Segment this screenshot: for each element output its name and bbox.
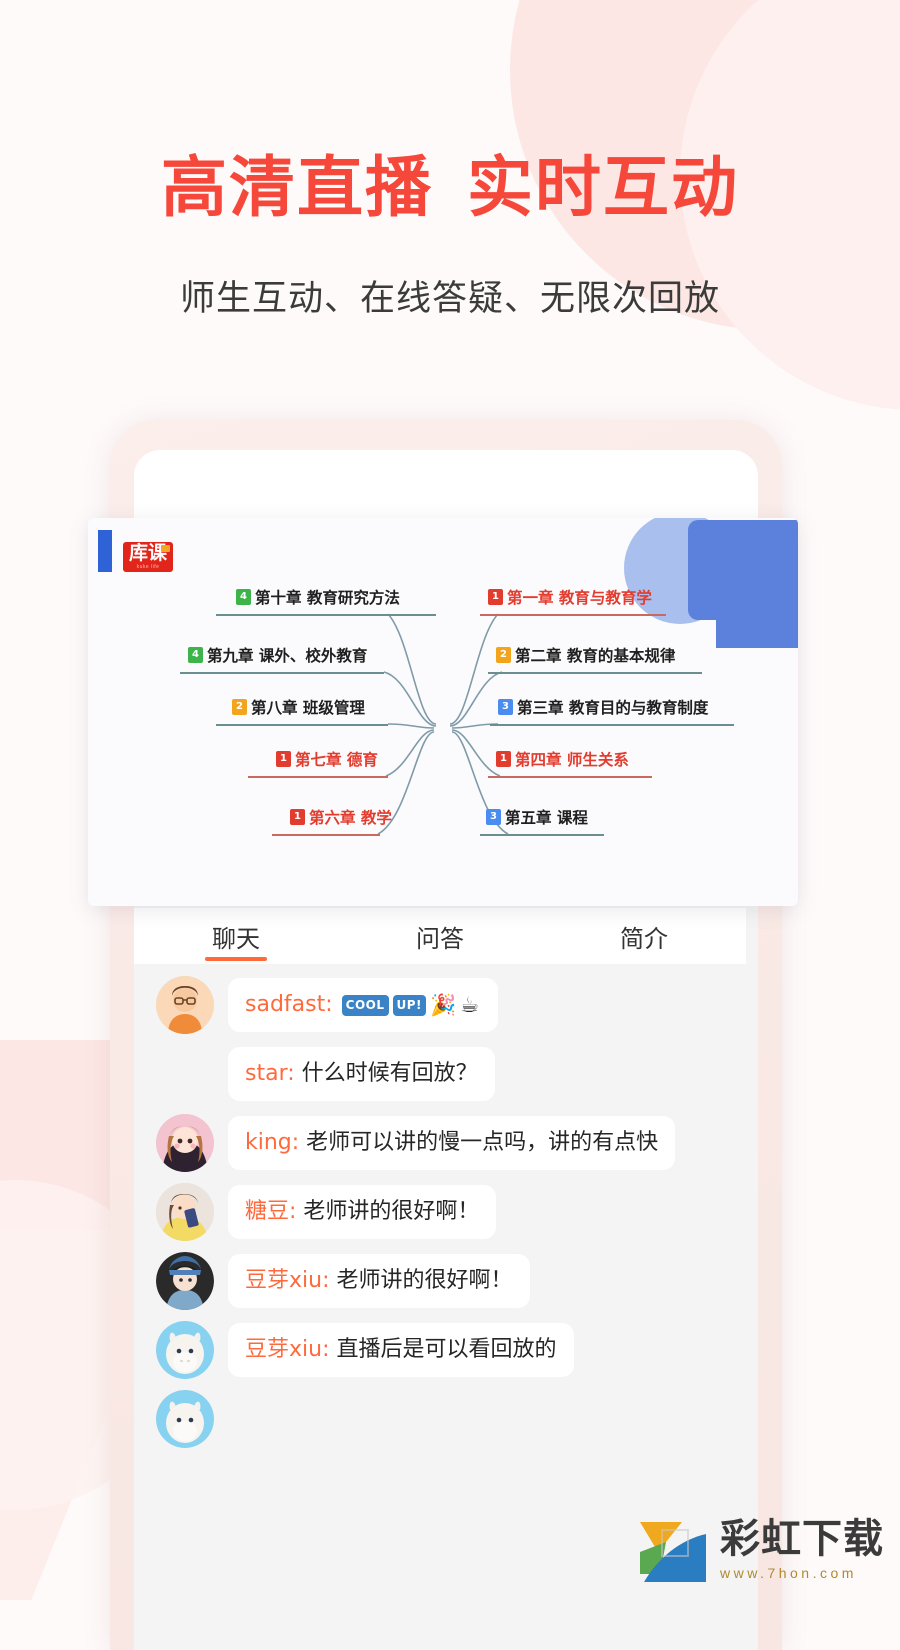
mindmap-underline-2 xyxy=(488,672,702,674)
mindmap-node-chapter-2[interactable]: 2 第二章 教育的基本规律 xyxy=(496,644,675,666)
mindmap-underline-1 xyxy=(480,614,666,616)
tab-qa[interactable]: 问答 xyxy=(338,908,542,964)
site-watermark: 彩虹下载 www.7hon.com xyxy=(636,1512,884,1588)
chapter-badge: 3 xyxy=(498,699,513,715)
mindmap-node-chapter-3[interactable]: 3 第三章 教育目的与教育制度 xyxy=(498,696,708,718)
chat-text: 什么时候有回放？ xyxy=(294,1061,478,1087)
chat-text: 老师可以讲的慢一点吗，讲的有点快 xyxy=(299,1130,659,1156)
chapter-label: 第四章 师生关系 xyxy=(515,751,629,769)
chapter-badge: 1 xyxy=(276,751,291,767)
chat-username: 糖豆: xyxy=(245,1199,297,1225)
mindmap-underline-3 xyxy=(490,724,734,726)
mindmap-node-chapter-9[interactable]: 4 第九章 课外、校外教育 xyxy=(188,644,367,666)
chat-bubble: 糖豆: 老师讲的很好啊！ xyxy=(228,1185,497,1239)
chapter-badge: 4 xyxy=(188,647,203,663)
chapter-badge: 1 xyxy=(488,589,503,605)
mindmap-node-chapter-7[interactable]: 1 第七章 德育 xyxy=(276,748,378,770)
watermark-text: 彩虹下载 www.7hon.com xyxy=(720,1519,884,1581)
chat-username: sadfast: xyxy=(245,992,333,1018)
mindmap-underline-10 xyxy=(216,614,436,616)
mindmap-node-chapter-6[interactable]: 1 第六章 教学 xyxy=(290,806,392,828)
chapter-badge: 1 xyxy=(496,751,511,767)
chat-message-list[interactable]: sadfast: COOL UP! 🎉 ☕ star: 什么时候有回放？ kin… xyxy=(134,964,746,1600)
chat-bubble: star: 什么时候有回放？ xyxy=(228,1047,495,1101)
party-popper-emoji: 🎉 xyxy=(430,993,457,1018)
man-with-glasses-avatar[interactable] xyxy=(156,976,214,1034)
mindmap-underline-8 xyxy=(216,724,388,726)
headline-part-1: 高清直播 xyxy=(161,149,433,226)
subheadline: 师生互动、在线答疑、无限次回放 xyxy=(179,278,720,319)
chapter-label: 第十章 教育研究方法 xyxy=(255,589,400,607)
white-hippo-avatar[interactable] xyxy=(156,1390,214,1448)
chapter-label: 第五章 课程 xyxy=(505,809,588,827)
chapter-label: 第六章 教学 xyxy=(309,809,392,827)
chat-message xyxy=(134,1390,746,1448)
chat-message: 糖豆: 老师讲的很好啊！ xyxy=(134,1183,746,1241)
tab-chat[interactable]: 聊天 xyxy=(134,908,338,964)
chat-message: sadfast: COOL UP! 🎉 ☕ xyxy=(134,976,746,1034)
chat-username: king: xyxy=(245,1130,300,1156)
watermark-title: 彩虹下载 xyxy=(720,1516,884,1562)
chapter-label: 第八章 班级管理 xyxy=(251,699,365,717)
coffee-emoji: ☕ xyxy=(460,993,479,1018)
chat-message: 豆芽xiu: 直播后是可以看回放的 xyxy=(134,1321,746,1379)
tab-intro-label: 简介 xyxy=(620,924,668,953)
cool-emoji: COOL xyxy=(341,994,389,1016)
chat-username: star: xyxy=(245,1061,295,1087)
chapter-badge: 3 xyxy=(486,809,501,825)
chapter-badge: 2 xyxy=(232,699,247,715)
chat-text: 老师讲的很好啊！ xyxy=(329,1268,513,1294)
chapter-label: 第七章 德育 xyxy=(295,751,378,769)
chat-bubble: king: 老师可以讲的慢一点吗，讲的有点快 xyxy=(228,1116,676,1170)
chapter-label: 第二章 教育的基本规律 xyxy=(515,647,676,665)
mindmap-node-chapter-8[interactable]: 2 第八章 班级管理 xyxy=(232,696,365,718)
mindmap-node-chapter-4[interactable]: 1 第四章 师生关系 xyxy=(496,748,629,770)
headline-part-2: 实时互动 xyxy=(467,149,739,226)
tab-qa-label: 问答 xyxy=(416,924,464,953)
anime-girl-avatar[interactable] xyxy=(156,1114,214,1172)
mindmap-underline-4 xyxy=(488,776,652,778)
chapter-label: 第一章 教育与教育学 xyxy=(507,589,652,607)
mindmap-underline-9 xyxy=(180,672,384,674)
headline: 高清直播 实时互动 xyxy=(0,150,900,226)
mindmap-node-chapter-1[interactable]: 1 第一章 教育与教育学 xyxy=(488,586,652,608)
tab-intro[interactable]: 简介 xyxy=(542,908,746,964)
mindmap-underline-6 xyxy=(272,834,380,836)
chat-message: king: 老师可以讲的慢一点吗，讲的有点快 xyxy=(134,1114,746,1172)
chat-username: 豆芽xiu: xyxy=(245,1337,330,1363)
chapter-badge: 2 xyxy=(496,647,511,663)
girl-phone-avatar[interactable] xyxy=(156,1183,214,1241)
chat-message: star: 什么时候有回放？ xyxy=(134,1045,746,1103)
girl-blue-hat-avatar[interactable] xyxy=(156,1252,214,1310)
rainbow-download-logo xyxy=(636,1512,712,1588)
tab-active-indicator xyxy=(205,957,267,961)
chat-text: 老师讲的很好啊！ xyxy=(296,1199,480,1225)
chapter-label: 第九章 课外、校外教育 xyxy=(207,647,368,665)
mindmap-node-chapter-5[interactable]: 3 第五章 课程 xyxy=(486,806,588,828)
live-video-slide[interactable]: 库课 kuke life 教育学 4 第十章 教育研究方法 4 第九章 课外、校… xyxy=(88,518,798,906)
tab-bar: 聊天 问答 简介 xyxy=(134,908,746,964)
chapter-label: 第三章 教育目的与教育制度 xyxy=(517,699,709,717)
chat-text: 直播后是可以看回放的 xyxy=(329,1337,557,1363)
white-hippo-avatar[interactable] xyxy=(156,1321,214,1379)
mindmap-underline-5 xyxy=(480,834,604,836)
promo-header: 高清直播 实时互动 师生互动、在线答疑、无限次回放 xyxy=(0,150,900,321)
chapter-badge: 1 xyxy=(290,809,305,825)
chapter-badge: 4 xyxy=(236,589,251,605)
chat-bubble: 豆芽xiu: 老师讲的很好啊！ xyxy=(228,1254,530,1308)
chat-bubble: 豆芽xiu: 直播后是可以看回放的 xyxy=(228,1323,574,1377)
up-emoji: UP! xyxy=(392,994,427,1016)
mindmap-underline-7 xyxy=(248,776,388,778)
tab-chat-label: 聊天 xyxy=(212,924,260,953)
chat-username: 豆芽xiu: xyxy=(245,1268,330,1294)
watermark-url: www.7hon.com xyxy=(720,1565,857,1581)
mindmap-node-chapter-10[interactable]: 4 第十章 教育研究方法 xyxy=(236,586,400,608)
chat-message: 豆芽xiu: 老师讲的很好啊！ xyxy=(134,1252,746,1310)
chat-bubble: sadfast: COOL UP! 🎉 ☕ xyxy=(228,978,498,1032)
